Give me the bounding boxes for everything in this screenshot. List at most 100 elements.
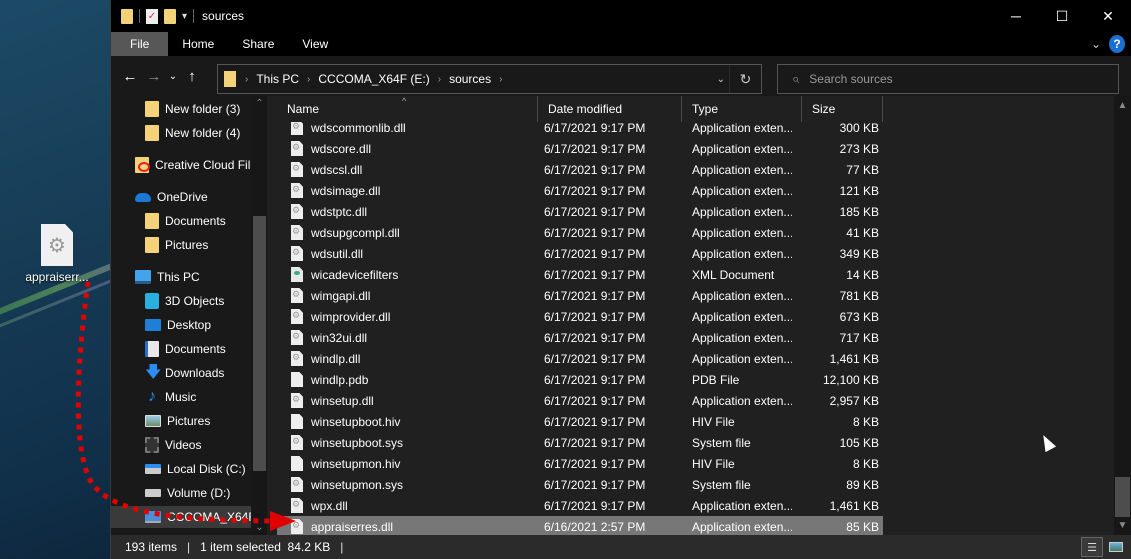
scroll-up-icon[interactable]: ⌃ — [252, 98, 267, 109]
file-row[interactable]: windlp.pdb 6/17/2021 9:17 PM PDB File 12,10… — [277, 369, 883, 390]
help-icon[interactable]: ? — [1109, 35, 1125, 53]
scrollbar-thumb[interactable] — [253, 216, 266, 471]
up-button[interactable]: ↑ — [180, 68, 204, 85]
file-row[interactable]: appraiserres.dll 6/16/2021 2:57 PM Applica… — [277, 516, 883, 535]
column-header-name[interactable]: Name ^ — [277, 96, 538, 122]
sidebar-item[interactable]: Desktop — [111, 314, 251, 336]
dll-file-icon — [291, 330, 303, 345]
file-size: 781 KB — [839, 288, 879, 303]
scroll-up-icon[interactable]: ▲ — [1114, 100, 1131, 111]
customize-toolbar-icon[interactable]: ▾ — [182, 11, 187, 22]
tab-share[interactable]: Share — [228, 32, 288, 56]
sidebar-item-label: Volume (D:) — [167, 486, 231, 500]
breadcrumb-drive[interactable]: CCCOMA_X64F (E:) — [318, 72, 429, 86]
breadcrumb-sources[interactable]: sources — [449, 72, 491, 86]
sidebar-item[interactable]: This PC — [111, 266, 251, 288]
scrollbar-thumb[interactable] — [1115, 477, 1130, 517]
file-row[interactable]: winsetupmon.hiv 6/17/2021 9:17 PM HIV File… — [277, 453, 883, 474]
recent-locations-button[interactable]: ⌄ — [166, 71, 180, 82]
properties-icon[interactable]: ✓ — [146, 8, 158, 24]
sidebar-item[interactable]: New folder (4) — [111, 122, 251, 144]
sidebar-item[interactable]: Documents — [111, 210, 251, 232]
sidebar-item[interactable]: Local Disk (C:) — [111, 458, 251, 480]
file-row[interactable]: winsetupboot.hiv 6/17/2021 9:17 PM HIV Fil… — [277, 411, 883, 432]
file-name-cell: wdscommonlib.dll — [277, 120, 538, 135]
file-row[interactable]: wdsupgcompl.dll 6/17/2021 9:17 PM Applicat… — [277, 222, 883, 243]
navigation-pane-scrollbar[interactable]: ⌃ ⌄ — [252, 96, 267, 535]
breadcrumb-separator[interactable]: › — [499, 74, 502, 85]
expand-ribbon-icon[interactable]: ⌄ — [1091, 37, 1101, 51]
minimize-button[interactable]: ─ — [993, 0, 1039, 32]
sidebar-item[interactable]: 3D Objects — [111, 290, 251, 312]
tab-file[interactable]: File — [111, 32, 169, 56]
sidebar-item[interactable]: Videos — [111, 434, 251, 456]
thumbnail-icon — [1109, 542, 1123, 552]
file-row[interactable]: wdstptc.dll 6/17/2021 9:17 PM Application … — [277, 201, 883, 222]
details-view-button[interactable]: ☰ — [1081, 537, 1103, 557]
address-dropdown-icon[interactable]: ⌄ — [717, 74, 725, 85]
file-row[interactable]: windlp.dll 6/17/2021 9:17 PM Application e… — [277, 348, 883, 369]
scroll-down-icon[interactable]: ▼ — [1114, 520, 1131, 531]
breadcrumb-separator[interactable]: › — [438, 74, 441, 85]
file-row[interactable]: wicadevicefilters 6/17/2021 9:17 PM XML Do… — [277, 264, 883, 285]
search-input[interactable] — [809, 72, 1090, 86]
file-row[interactable]: wdscsl.dll 6/17/2021 9:17 PM Application e… — [277, 159, 883, 180]
breadcrumb-separator[interactable]: › — [307, 74, 310, 85]
file-row[interactable]: wdsutil.dll 6/17/2021 9:17 PM Application … — [277, 243, 883, 264]
file-row[interactable]: winsetupmon.sys 6/17/2021 9:17 PM System f… — [277, 474, 883, 495]
file-row[interactable]: winsetupboot.sys 6/17/2021 9:17 PM System … — [277, 432, 883, 453]
close-button[interactable]: ✕ — [1085, 0, 1131, 32]
file-date: 6/17/2021 9:17 PM — [544, 393, 646, 408]
refresh-button[interactable]: ↻ — [729, 65, 761, 93]
status-separator: | — [187, 540, 191, 554]
sidebar-item[interactable]: Creative Cloud Fil — [111, 154, 251, 176]
quick-access-toolbar: ✓ ▾ — [121, 8, 195, 24]
file-explorer-window: ✓ ▾ sources ─ ☐ ✕ File Home Share View ⌄… — [110, 0, 1131, 559]
search-box[interactable]: ⌕ — [777, 64, 1119, 94]
scroll-down-icon[interactable]: ⌄ — [252, 522, 267, 533]
back-button[interactable]: ← — [118, 68, 142, 85]
sidebar-item-label: Local Disk (C:) — [167, 462, 246, 476]
forward-button[interactable]: → — [142, 68, 166, 85]
file-row[interactable]: wimprovider.dll 6/17/2021 9:17 PM Applicat… — [277, 306, 883, 327]
file-row[interactable]: winsetup.dll 6/17/2021 9:17 PM Application… — [277, 390, 883, 411]
folder-icon — [224, 71, 236, 87]
file-date: 6/17/2021 9:17 PM — [544, 162, 646, 177]
file-row[interactable]: wdscore.dll 6/17/2021 9:17 PM Application … — [277, 138, 883, 159]
sidebar-item[interactable]: ♪ Music — [111, 386, 251, 408]
file-row[interactable]: wimgapi.dll 6/17/2021 9:17 PM Application … — [277, 285, 883, 306]
file-row[interactable]: wpx.dll 6/17/2021 9:17 PM Application exte… — [277, 495, 883, 516]
dll-file-icon — [291, 141, 303, 156]
documents-icon — [145, 341, 159, 357]
sidebar-item[interactable]: Pictures — [111, 410, 251, 432]
sidebar-item[interactable]: CCCOMA_X64F — [111, 506, 251, 528]
sidebar-item[interactable]: Volume (D:) — [111, 482, 251, 504]
column-header-date[interactable]: Date modified — [538, 96, 682, 122]
desktop-file-icon[interactable]: ⚙ appraiserr... — [22, 224, 92, 284]
sidebar-item[interactable]: Pictures — [111, 234, 251, 256]
file-type: System file — [692, 435, 751, 450]
file-name-cell: winsetupboot.sys — [277, 435, 538, 450]
file-date: 6/17/2021 9:17 PM — [544, 246, 646, 261]
address-bar[interactable]: › This PC › CCCOMA_X64F (E:) › sources ›… — [217, 64, 762, 94]
file-row[interactable]: wdsimage.dll 6/17/2021 9:17 PM Application… — [277, 180, 883, 201]
column-header-type[interactable]: Type — [682, 96, 802, 122]
title-bar: ✓ ▾ sources ─ ☐ ✕ — [111, 0, 1131, 32]
file-name-cell: windlp.dll — [277, 351, 538, 366]
sidebar-item[interactable]: New folder (3) — [111, 98, 251, 120]
sidebar-item[interactable]: OneDrive — [111, 186, 251, 208]
column-header-size[interactable]: Size — [802, 96, 883, 122]
new-folder-icon[interactable] — [164, 8, 176, 24]
breadcrumb-this-pc[interactable]: This PC — [256, 72, 299, 86]
file-date: 6/17/2021 9:17 PM — [544, 351, 646, 366]
file-list-scrollbar[interactable]: ▲ ▼ — [1114, 96, 1131, 535]
file-row[interactable]: win32ui.dll 6/17/2021 9:17 PM Application … — [277, 327, 883, 348]
file-name-cell: wdstptc.dll — [277, 204, 538, 219]
large-icons-view-button[interactable] — [1105, 537, 1127, 557]
tab-home[interactable]: Home — [168, 32, 228, 56]
file-size: 12,100 KB — [822, 372, 879, 387]
sidebar-item[interactable]: Documents — [111, 338, 251, 360]
tab-view[interactable]: View — [288, 32, 342, 56]
sidebar-item[interactable]: 🡇 Downloads — [111, 362, 251, 384]
maximize-button[interactable]: ☐ — [1039, 0, 1085, 32]
